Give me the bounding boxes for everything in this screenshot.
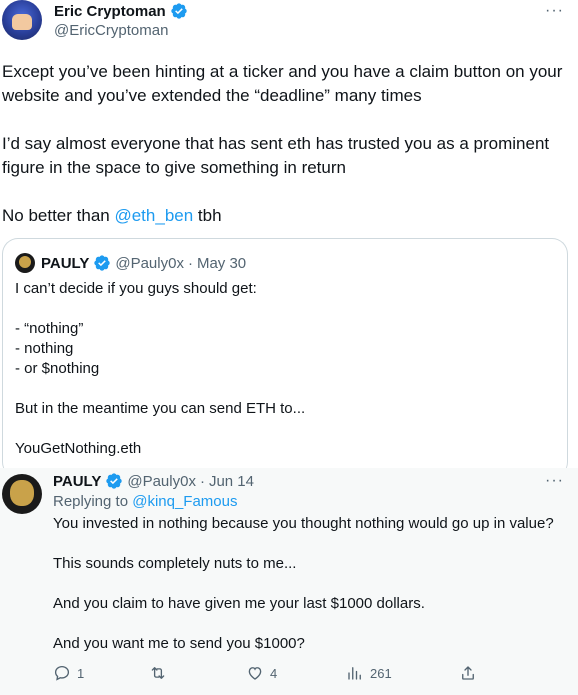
author-handle[interactable]: @EricCryptoman: [54, 22, 168, 39]
quoted-author-avatar: [15, 253, 35, 273]
verified-badge-icon: [94, 255, 111, 271]
quoted-line: But in the meantime you can send ETH to.…: [15, 400, 306, 417]
more-dots-icon[interactable]: ···: [545, 2, 564, 20]
tweet-text-fragment: tbh: [193, 206, 222, 225]
tweet-paragraph: No better than @eth_ben tbh: [2, 204, 572, 228]
author-display-name[interactable]: Eric Cryptoman: [54, 3, 166, 20]
tweet-paragraph: Except you’ve been hinting at a ticker a…: [2, 62, 563, 105]
reply-author-handle[interactable]: @Pauly0x: [127, 473, 196, 490]
quoted-line: - “nothing”: [15, 320, 84, 337]
main-tweet: Eric Cryptoman @EricCryptoman ··· Except…: [0, 0, 578, 478]
quoted-line: [15, 379, 555, 399]
quoted-line: [15, 419, 555, 439]
quoted-author-name: PAULY: [41, 254, 90, 272]
reply-text: You invested in nothing because you thou…: [53, 514, 573, 674]
reply-date[interactable]: Jun 14: [209, 473, 254, 490]
views-chart-icon: [348, 667, 361, 680]
view-count: 261: [370, 665, 392, 681]
retweet-action[interactable]: [149, 664, 173, 682]
quoted-author-handle: @Pauly0x: [115, 254, 184, 272]
quoted-tweet-text: I can’t decide if you guys should get: -…: [15, 279, 555, 459]
tweet-text-fragment: No better than: [2, 206, 115, 225]
quoted-tweet-date: May 30: [196, 254, 247, 272]
like-action[interactable]: 4: [246, 664, 277, 682]
meta-separator: ·: [187, 254, 193, 272]
verified-badge-icon: [171, 3, 187, 19]
verified-badge-icon: [106, 473, 123, 489]
replying-to-label: Replying to: [53, 493, 133, 510]
reply-header: PAULY @Pauly0x · Jun 14: [53, 472, 254, 490]
reply-paragraph: You invested in nothing because you thou…: [53, 515, 554, 532]
quoted-line: - or $nothing: [15, 360, 100, 377]
reply-count: 1: [77, 665, 85, 681]
quoted-tweet[interactable]: PAULY @Pauly0x · May 30 I can’t decide i…: [2, 238, 568, 478]
tweet-paragraph: I’d say almost everyone that has sent et…: [2, 134, 550, 177]
quoted-line: YouGetNothing.eth: [15, 440, 142, 457]
author-name-row: Eric Cryptoman: [54, 2, 188, 20]
quoted-line: - nothing: [15, 340, 74, 357]
reply-action[interactable]: 1: [53, 664, 84, 682]
retweet-icon: [151, 667, 165, 679]
tweet-text: Except you’ve been hinting at a ticker a…: [2, 60, 572, 252]
quoted-line: I can’t decide if you guys should get:: [15, 280, 257, 297]
reply-bubble-icon: [54, 665, 70, 681]
author-avatar[interactable]: [2, 0, 42, 40]
share-action[interactable]: [459, 664, 477, 682]
heart-icon: [248, 667, 262, 680]
action-bar: 1 4 261: [53, 664, 483, 684]
replying-to: Replying to @kinq_Famous: [53, 493, 238, 510]
reply-author-avatar[interactable]: [2, 474, 42, 514]
reply-author-name[interactable]: PAULY: [53, 473, 101, 490]
quoted-tweet-header: PAULY @Pauly0x · May 30: [15, 253, 246, 273]
quoted-line: [15, 299, 555, 319]
reply-tweet[interactable]: PAULY @Pauly0x · Jun 14 ··· Replying to …: [0, 468, 578, 695]
reply-paragraph: And you want me to send you $1000?: [53, 635, 305, 652]
mention-link[interactable]: @eth_ben: [114, 206, 193, 225]
meta-separator: ·: [199, 472, 205, 490]
more-dots-icon[interactable]: ···: [545, 472, 564, 490]
share-icon: [462, 666, 474, 680]
reply-paragraph: And you claim to have given me your last…: [53, 595, 425, 612]
replying-to-mention[interactable]: @kinq_Famous: [132, 493, 237, 510]
views-action[interactable]: 261: [346, 664, 392, 682]
reply-paragraph: This sounds completely nuts to me...: [53, 555, 297, 572]
like-count: 4: [270, 665, 278, 681]
